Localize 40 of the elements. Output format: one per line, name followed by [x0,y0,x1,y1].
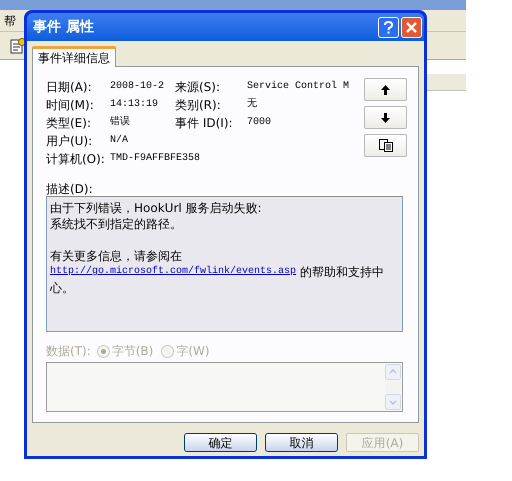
window-title: 事件 属性 [33,18,94,36]
field-value: 2008-10-2 [110,80,166,94]
field-label: 类别(R): [175,96,222,114]
menu-item[interactable]: 帮 [4,12,16,30]
next-button[interactable] [364,106,407,129]
help-button[interactable] [378,16,399,38]
close-icon [406,22,417,32]
dialog-button[interactable]: 确定 [184,433,257,452]
previous-button[interactable] [364,78,407,101]
description-text: 心。 [50,280,75,296]
properties-icon[interactable] [10,38,26,54]
field-label: 时间(M): [46,96,95,114]
field-value: 无 [247,97,257,112]
field-value: 错误 [110,115,131,130]
copy-button[interactable] [364,134,407,157]
down-arrow-icon [381,112,390,122]
description-label: 描述(D): [46,181,94,196]
dialog-button[interactable]: 取消 [265,433,338,452]
field-value: N/A [110,134,128,148]
field-value: 14:13:19 [110,98,160,112]
field-label: 来源(S): [175,78,222,96]
help-icon [384,20,393,34]
tab[interactable]: 事件详细信息 [32,46,116,67]
description-text: 的帮助和支持中 [300,264,384,280]
field-value: TMD-F9AFFBFE358 [110,152,200,166]
field-label: 类型(E): [46,114,92,132]
description-text: 有关更多信息，请参阅在 [50,248,183,264]
description-text: 由于下列错误，HookUrl 服务启动失败: [50,200,263,216]
data-label: 数据(T): [46,343,91,360]
field-label: 计算机(O): [46,150,106,168]
field-value: 7000 [247,116,272,130]
field-label: 日期(A): [46,78,93,96]
link[interactable]: http://go.microsoft.com/fwlink/events.asp [50,264,296,280]
copy-icon [378,139,392,152]
description-text: 系统找不到指定的路径。 [50,216,183,232]
field-value: Service Control M [247,80,350,94]
close-button[interactable] [401,16,422,38]
up-arrow-icon [381,84,390,94]
field-label: 事件 ID(I): [175,114,234,132]
field-label: 用户(U): [46,132,94,150]
